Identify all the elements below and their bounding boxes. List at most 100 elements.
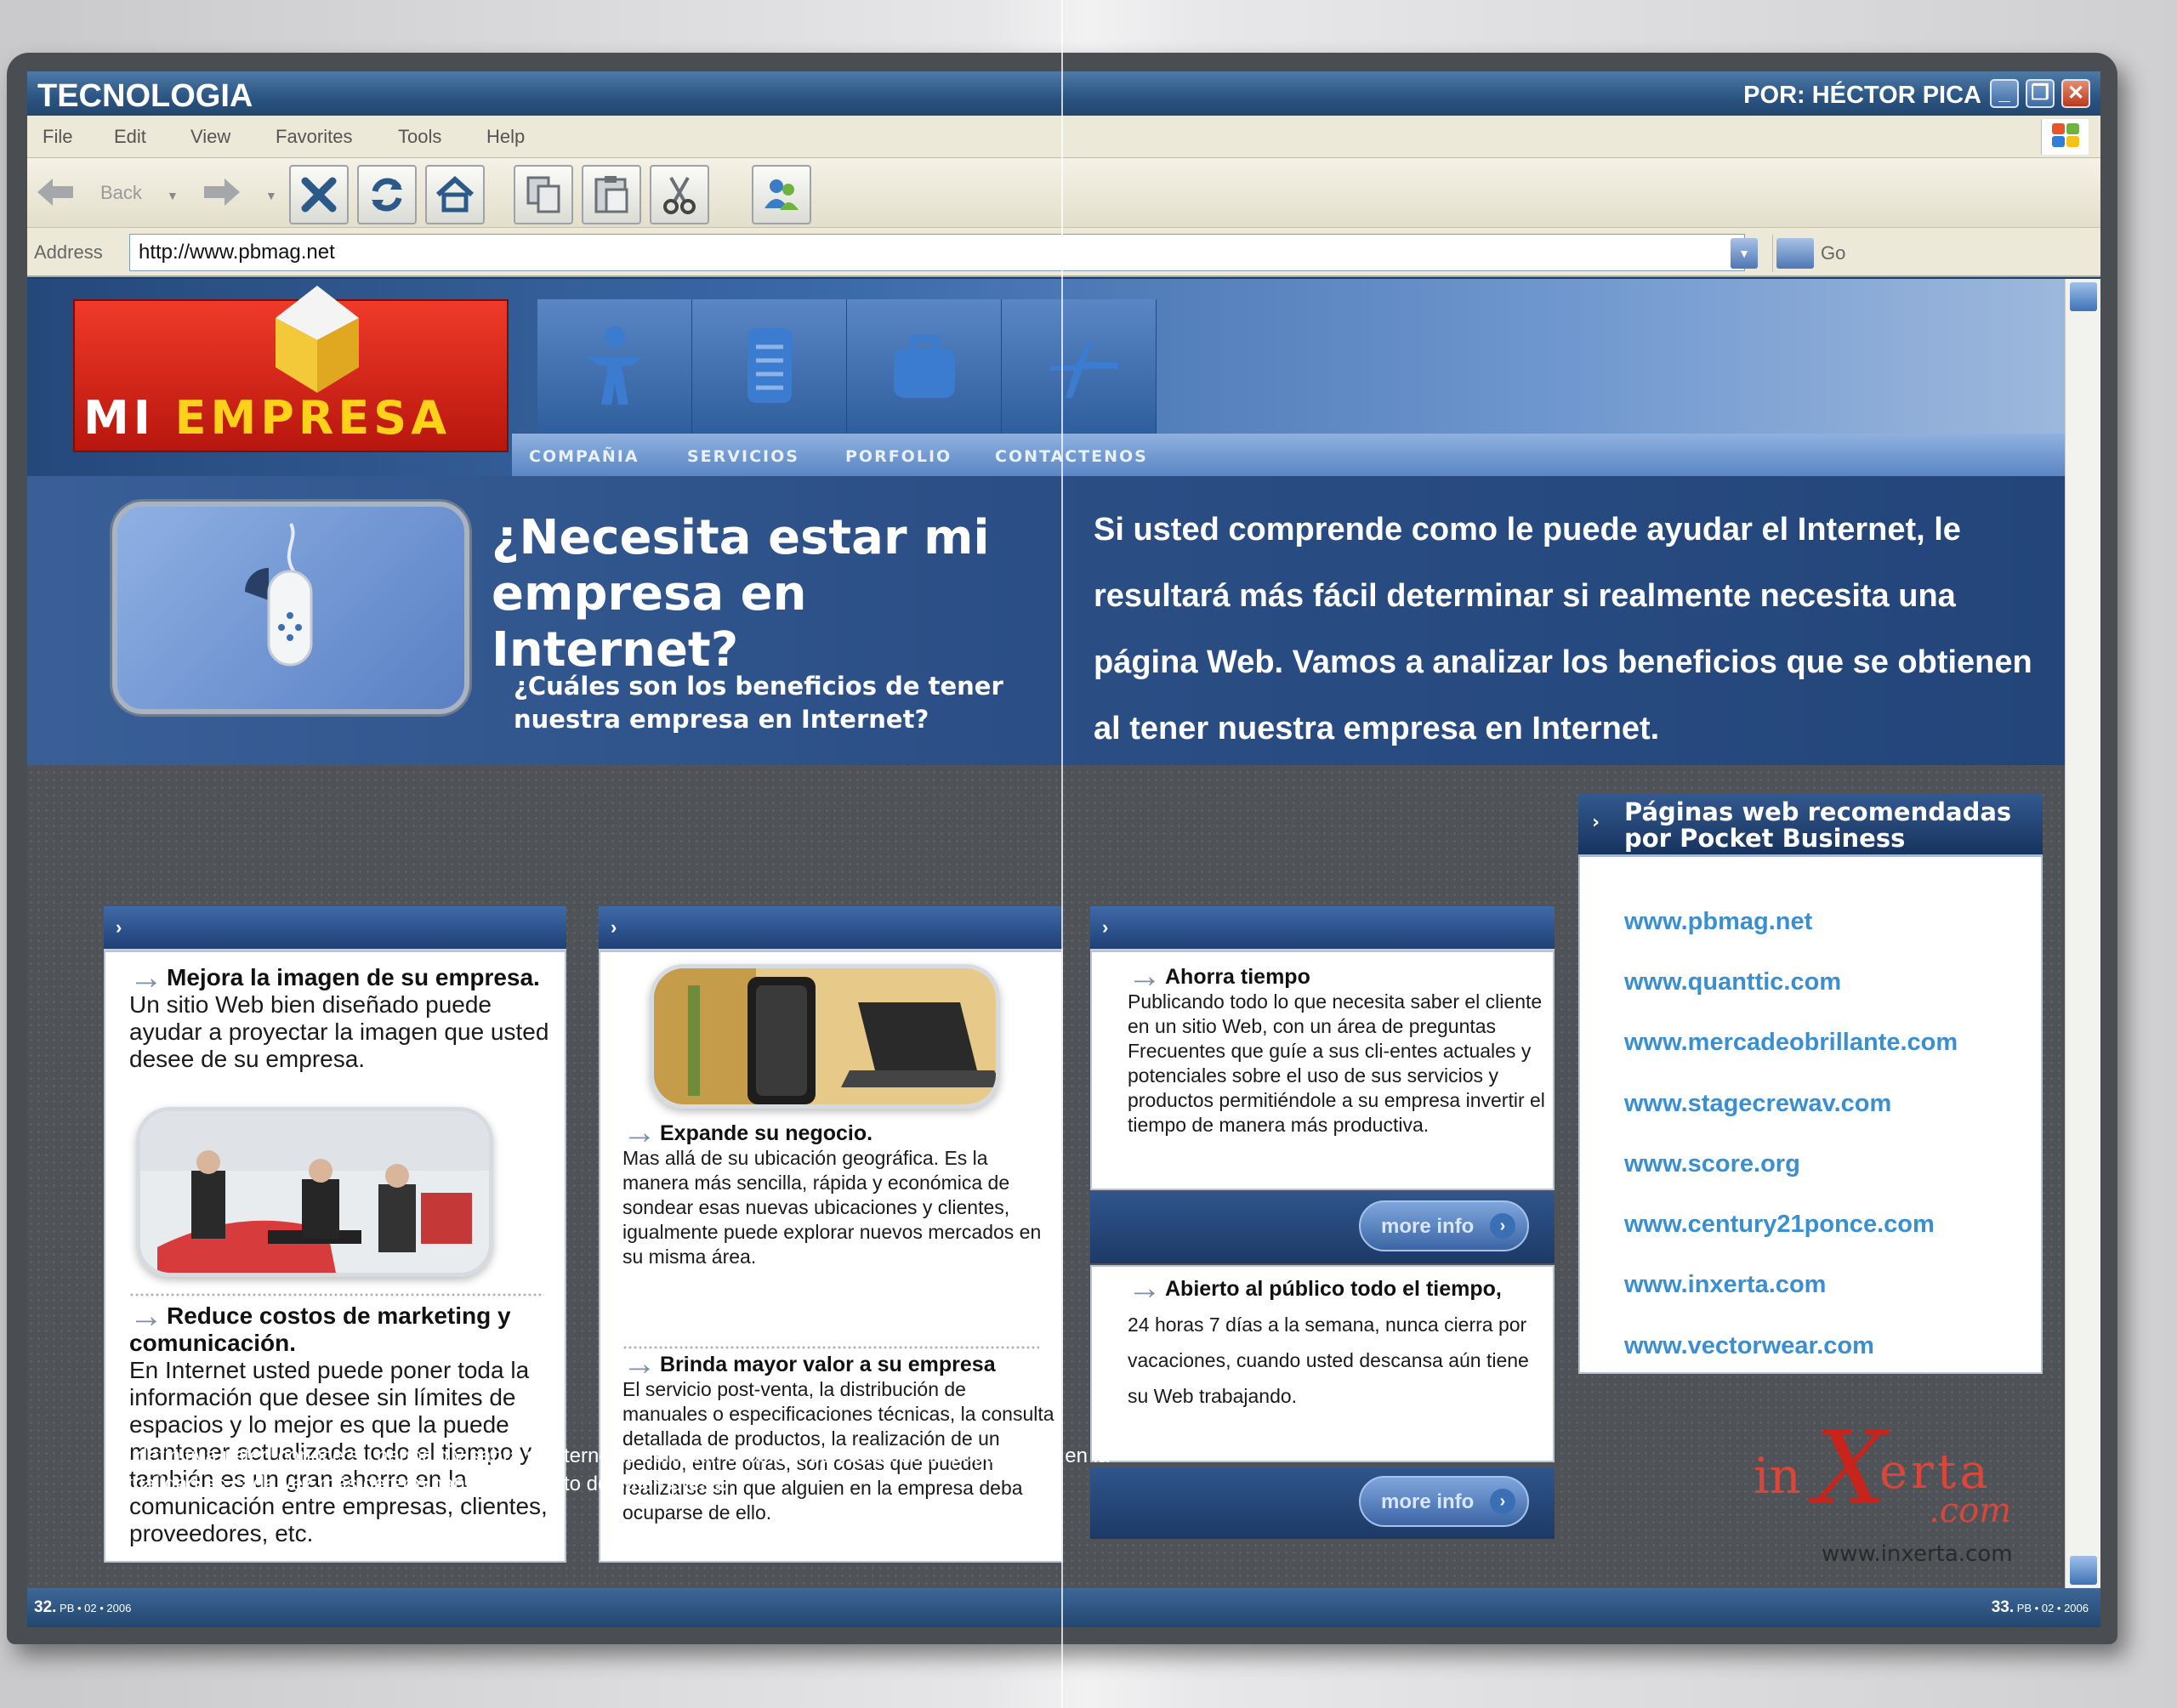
logo-text: MI EMPRESA bbox=[83, 391, 451, 445]
logo-text-yellow: EMPRESA bbox=[174, 391, 451, 445]
menu-help[interactable]: Help bbox=[486, 126, 525, 148]
col3-block1-text: Publicando todo lo que necesita saber el… bbox=[1128, 990, 1545, 1136]
address-label: Address bbox=[34, 241, 103, 263]
col3-block2-title: Abierto al público todo el tiempo, bbox=[1165, 1277, 1502, 1301]
home-button[interactable] bbox=[425, 165, 485, 224]
back-arrow-icon[interactable] bbox=[36, 175, 75, 209]
forward-dropdown-icon[interactable]: ▼ bbox=[265, 189, 277, 202]
go-arrow-icon bbox=[1776, 238, 1814, 269]
col2-block2-title: Brinda mayor valor a su empresa bbox=[660, 1353, 996, 1376]
col2-block1: → Expande su negocio. Mas allá de su ubic… bbox=[622, 1115, 1056, 1269]
cut-icon bbox=[663, 177, 696, 214]
column3-header: › bbox=[1090, 906, 1555, 950]
address-input[interactable]: http://www.pbmag.net bbox=[129, 234, 1745, 271]
chevron-right-icon: › bbox=[611, 916, 617, 938]
go-button[interactable]: Go bbox=[1772, 235, 1849, 272]
nav-tile-portfolio[interactable] bbox=[847, 299, 1002, 434]
person-icon bbox=[588, 326, 642, 405]
site-logo[interactable]: MI EMPRESA bbox=[73, 286, 509, 452]
chevron-right-icon: › bbox=[116, 916, 122, 938]
menu-favorites[interactable]: Favorites bbox=[276, 126, 352, 148]
col2-block1-text: Mas allá de su ubicación geográfica. Es … bbox=[622, 1147, 1042, 1268]
forward-arrow-icon[interactable] bbox=[202, 175, 242, 209]
back-button-label[interactable]: Back bbox=[100, 182, 142, 204]
site-header: MI EMPRESA COMPAÑIA SERVICIOS PORFOLIO C… bbox=[27, 279, 2065, 491]
nav-tile-contact[interactable] bbox=[1002, 299, 1157, 434]
address-dropdown-icon[interactable]: ▼ bbox=[1731, 238, 1758, 269]
arrow-right-icon: → bbox=[622, 1345, 657, 1382]
menu-file[interactable]: File bbox=[43, 126, 72, 148]
brand-in: in bbox=[1754, 1447, 1801, 1505]
nav-tile-company[interactable] bbox=[537, 299, 692, 434]
paste-button[interactable] bbox=[582, 165, 641, 224]
chevron-right-icon: › bbox=[1490, 1213, 1515, 1239]
close-button[interactable]: ✕ bbox=[2061, 79, 2090, 108]
nav-tile-services[interactable] bbox=[692, 299, 847, 434]
more-info-strip-1: more info › bbox=[1090, 1192, 1555, 1263]
col3-block1: → Ahorra tiempo Publicando todo lo que ne… bbox=[1128, 959, 1553, 1138]
hero-subheading: ¿Cuáles son los beneficios de tener nues… bbox=[514, 672, 1003, 734]
stop-button[interactable] bbox=[289, 165, 349, 224]
status-bar: 32. PB • 02 • 2006 33. PB • 02 • 2006 bbox=[27, 1588, 2100, 1627]
users-button[interactable] bbox=[752, 165, 811, 224]
nav-companial[interactable]: COMPAÑIA bbox=[529, 447, 639, 466]
scroll-up-button[interactable] bbox=[2070, 282, 2097, 311]
paste-icon bbox=[594, 176, 628, 213]
menu-tools[interactable]: Tools bbox=[398, 126, 441, 148]
vertical-scrollbar[interactable] bbox=[2065, 279, 2100, 1588]
link-stagecrewav[interactable]: www.stagecrewav.com bbox=[1624, 1090, 1891, 1118]
chevron-right-icon: › bbox=[1102, 916, 1109, 938]
page-viewport: MI EMPRESA COMPAÑIA SERVICIOS PORFOLIO C… bbox=[27, 279, 2100, 1588]
link-century21ponce[interactable]: www.century21ponce.com bbox=[1624, 1211, 1935, 1239]
more-info-strip-2: more info › bbox=[1090, 1467, 1555, 1539]
link-score[interactable]: www.score.org bbox=[1624, 1150, 1800, 1178]
copy-button[interactable] bbox=[514, 165, 573, 224]
link-pbmag[interactable]: www.pbmag.net bbox=[1624, 908, 1812, 936]
copy-icon bbox=[526, 176, 560, 213]
document-icon bbox=[747, 328, 792, 403]
logo-text-white: MI bbox=[83, 391, 175, 445]
menu-bar: File Edit View Favorites Tools Help bbox=[27, 116, 2100, 158]
column3-bottom: → Abierto al público todo el tiempo, 24 h… bbox=[1090, 1265, 1555, 1462]
scroll-down-button[interactable] bbox=[2070, 1556, 2097, 1585]
laptop-photo bbox=[650, 964, 1000, 1109]
col1-block1-title: Mejora la imagen de su empresa. bbox=[167, 964, 540, 990]
column2-header: › bbox=[599, 906, 1063, 950]
arrow-right-icon: → bbox=[1128, 1269, 1162, 1307]
toolbar: Back ▼ ▼ bbox=[27, 158, 2100, 228]
link-mercadeobrillante[interactable]: www.mercadeobrillante.com bbox=[1624, 1029, 1958, 1057]
nav-services[interactable]: SERVICIOS bbox=[687, 447, 799, 466]
site-nav-bar: COMPAÑIA SERVICIOS PORFOLIO CONTACTENOS bbox=[512, 434, 2065, 476]
recommended-links-panel: www.pbmag.net www.quanttic.com www.merca… bbox=[1578, 813, 2043, 1374]
plug-icon bbox=[1050, 342, 1118, 398]
link-inxerta[interactable]: www.inxerta.com bbox=[1624, 1271, 1826, 1299]
nav-portfolio[interactable]: PORFOLIO bbox=[845, 447, 952, 466]
cut-button[interactable] bbox=[650, 165, 709, 224]
hero-heading: ¿Necesita estar mi empresa en Internet? bbox=[492, 510, 990, 678]
arrow-right-icon: → bbox=[622, 1114, 657, 1151]
maximize-button[interactable]: ❐ bbox=[2026, 79, 2055, 108]
link-quanttic[interactable]: www.quanttic.com bbox=[1624, 968, 1841, 996]
link-vectorwear[interactable]: www.vectorwear.com bbox=[1624, 1332, 1874, 1360]
minimize-button[interactable]: _ bbox=[1990, 79, 2019, 108]
refresh-button[interactable] bbox=[357, 165, 417, 224]
recommended-links-title: Páginas web recomendadas por Pocket Busi… bbox=[1624, 797, 2012, 853]
nav-contact[interactable]: CONTACTENOS bbox=[995, 447, 1148, 466]
title-bar: TECNOLOGIA POR: HÉCTOR PICA _ ❐ ✕ bbox=[27, 71, 2100, 116]
menu-edit[interactable]: Edit bbox=[114, 126, 146, 148]
go-label: Go bbox=[1821, 242, 1846, 264]
col2-block2: → Brinda mayor valor a su empresa El serv… bbox=[622, 1347, 1056, 1525]
back-dropdown-icon[interactable]: ▼ bbox=[167, 189, 179, 202]
hero-intro: Si usted comprende como le puede ayudar … bbox=[1094, 512, 2032, 746]
more-info-button-1[interactable]: more info › bbox=[1359, 1200, 1529, 1251]
arrow-right-icon: → bbox=[1128, 957, 1162, 995]
computer-mouse-icon bbox=[245, 523, 313, 667]
address-bar: Address http://www.pbmag.net ▼ Go bbox=[27, 228, 2100, 277]
column3-top: → Ahorra tiempo Publicando todo lo que ne… bbox=[1090, 950, 1555, 1190]
menu-view[interactable]: View bbox=[190, 126, 230, 148]
house-logo-icon bbox=[276, 286, 359, 393]
more-info-button-2[interactable]: more info › bbox=[1359, 1476, 1529, 1527]
inxerta-logo[interactable]: in X erta .com www.inxerta.com bbox=[1728, 1384, 2051, 1571]
page-fold bbox=[1061, 0, 1063, 1708]
col3-block2: → Abierto al público todo el tiempo, 24 h… bbox=[1128, 1270, 1553, 1414]
